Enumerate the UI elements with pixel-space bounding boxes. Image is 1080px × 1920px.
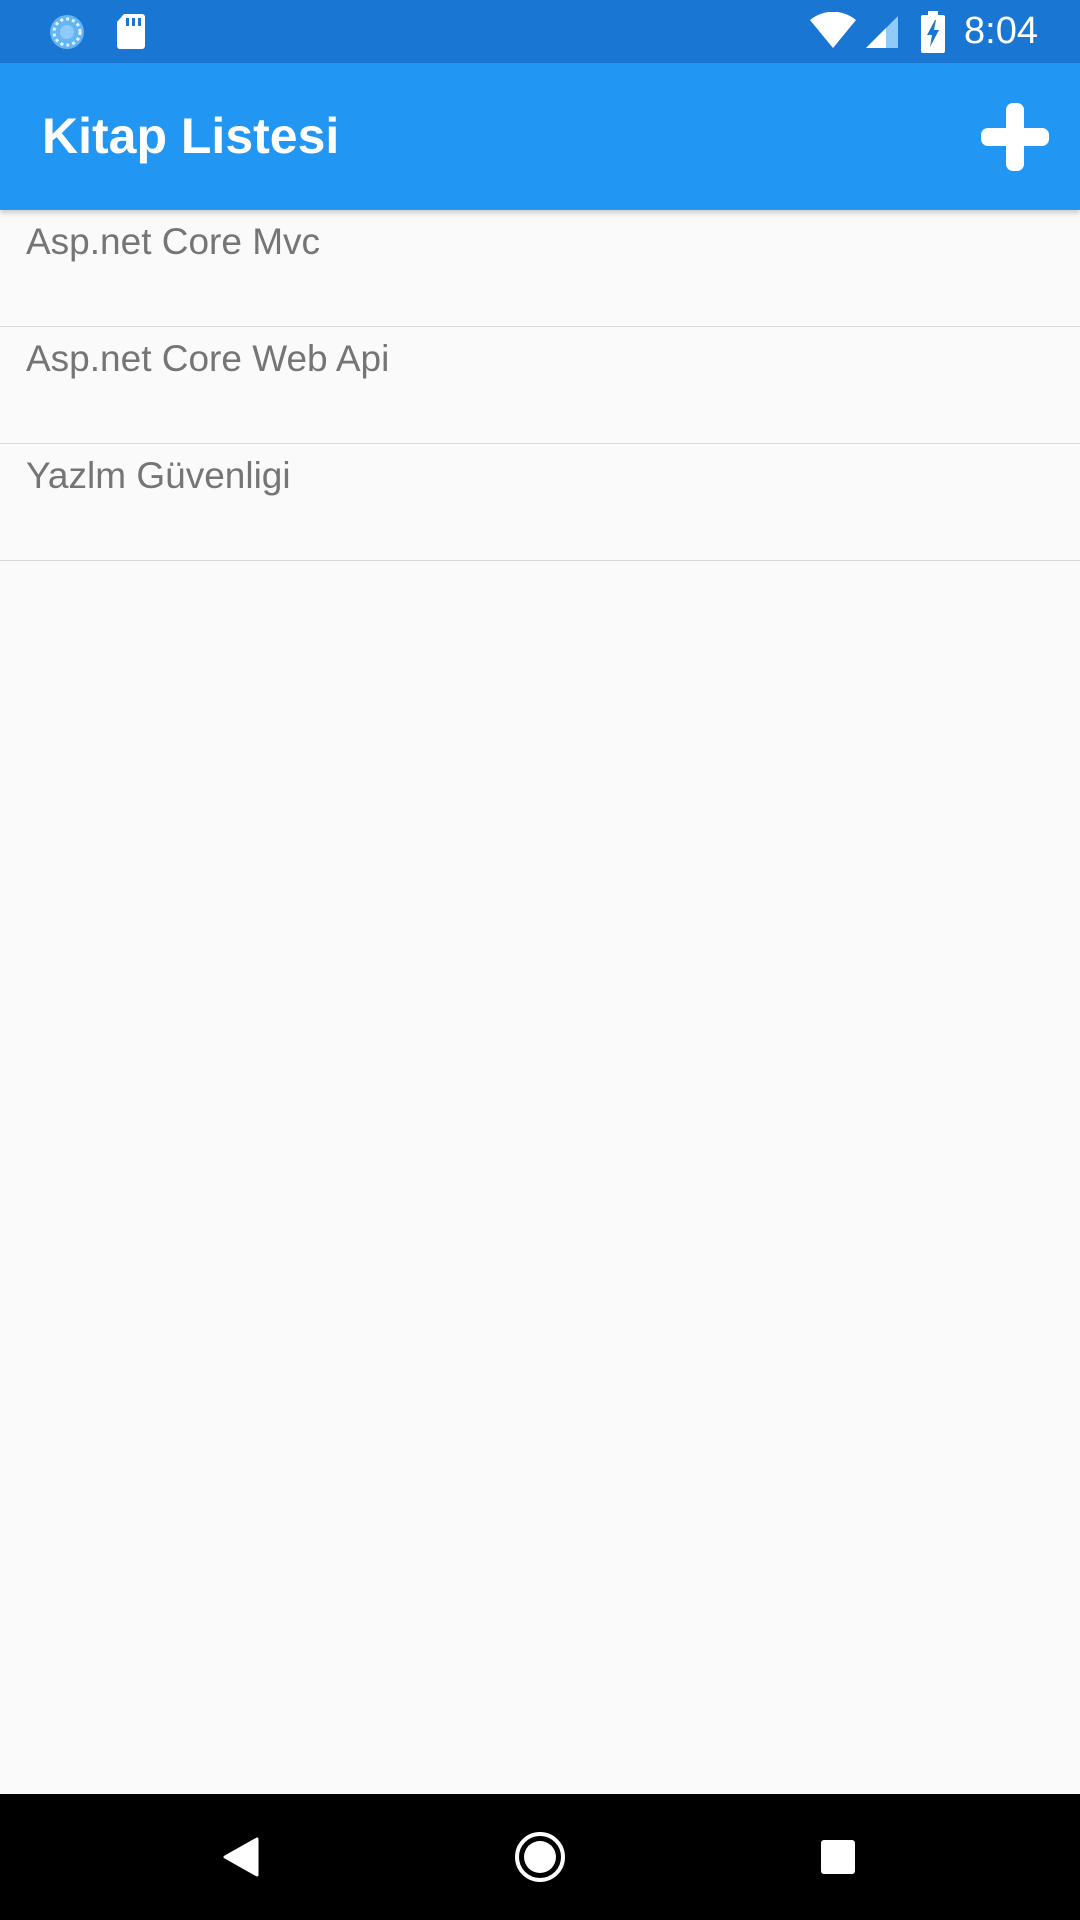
list-item[interactable]: Asp.net Core Mvc (0, 210, 1080, 327)
book-title: Asp.net Core Mvc (26, 221, 321, 262)
home-button[interactable] (500, 1817, 580, 1897)
battery-charging-icon (920, 11, 946, 53)
status-bar-clock: 8:04 (964, 10, 1038, 52)
back-icon (223, 1837, 259, 1877)
book-list: Asp.net Core Mvc Asp.net Core Web Api Ya… (0, 210, 1080, 561)
recents-button[interactable] (798, 1817, 878, 1897)
screen: 8:04 Kitap Listesi Asp.net Core Mvc Asp.… (0, 0, 1080, 1920)
app-bar: Kitap Listesi (0, 63, 1080, 210)
sd-card-icon (115, 12, 147, 50)
sync-icon (47, 12, 87, 52)
book-title: Asp.net Core Web Api (26, 338, 390, 379)
recents-icon (821, 1840, 855, 1874)
list-item[interactable]: Yazlm Güvenligi (0, 444, 1080, 561)
page-title: Kitap Listesi (42, 108, 340, 164)
add-book-button[interactable] (968, 90, 1062, 184)
book-title: Yazlm Güvenligi (26, 455, 291, 496)
navigation-bar (0, 1794, 1080, 1920)
signal-icon (864, 14, 900, 50)
back-button[interactable] (201, 1817, 281, 1897)
home-icon (515, 1832, 565, 1882)
add-icon (981, 103, 1049, 171)
status-bar: 8:04 (0, 0, 1080, 63)
list-item[interactable]: Asp.net Core Web Api (0, 327, 1080, 444)
wifi-icon (808, 11, 858, 50)
